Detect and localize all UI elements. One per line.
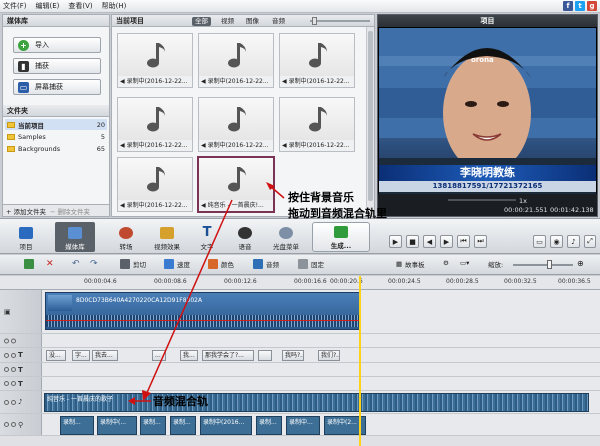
annotation-drag-line1: 按住背景音乐: [288, 191, 354, 204]
arrowhead: [128, 397, 135, 405]
annotation-mix-track: 音频混合轨: [153, 395, 208, 408]
annotation-arrow-long: [145, 199, 233, 396]
annotation-drag-line2: 拖动到音频混合轨里: [288, 207, 387, 220]
arrowhead: [142, 390, 151, 401]
tutorial-arrows: [128, 182, 285, 405]
